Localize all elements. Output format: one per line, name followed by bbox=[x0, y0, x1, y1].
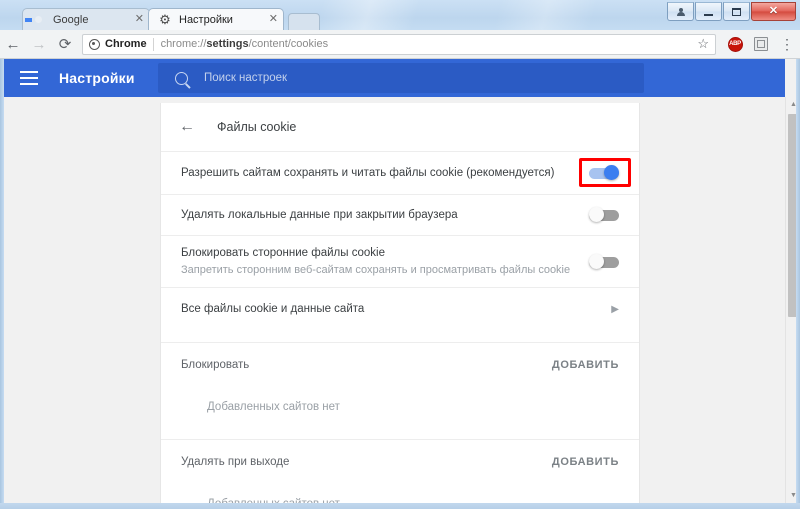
url-strong: settings bbox=[206, 38, 249, 50]
hamburger-icon[interactable] bbox=[20, 71, 40, 85]
setting-primary-label: Блокировать сторонние файлы cookie bbox=[181, 246, 385, 259]
address-bar[interactable]: Chrome chrome://settings/content/cookies… bbox=[82, 33, 716, 55]
section-title: Удалять при выходе bbox=[181, 455, 290, 468]
toggle-clear-on-exit[interactable] bbox=[589, 207, 619, 222]
setting-primary-label: Разрешить сайтам сохранять и читать файл… bbox=[181, 166, 555, 179]
settings-content-card: ← Файлы cookie Разрешить сайтам сохранят… bbox=[160, 103, 640, 503]
maximize-button[interactable] bbox=[723, 2, 750, 21]
tab-title: Настройки bbox=[179, 13, 233, 26]
scheme-label: Chrome bbox=[105, 38, 147, 50]
browser-toolbar: ← → ⟳ Chrome chrome://settings/content/c… bbox=[0, 30, 800, 59]
maximize-icon bbox=[732, 7, 741, 16]
url-prefix: chrome:// bbox=[160, 38, 207, 50]
user-switcher-button[interactable] bbox=[667, 2, 694, 21]
url-suffix: /content/cookies bbox=[248, 38, 329, 50]
setting-labels: Разрешить сайтам сохранять и читать файл… bbox=[181, 166, 589, 181]
setting-row-allow-cookies[interactable]: Разрешить сайтам сохранять и читать файл… bbox=[161, 151, 639, 194]
empty-state-clear-on-exit: Добавленных сайтов нет bbox=[161, 483, 639, 504]
tab-close-icon[interactable]: ✕ bbox=[257, 14, 278, 25]
adblock-plus-icon[interactable]: ABP bbox=[722, 31, 748, 57]
window-left-edge bbox=[0, 59, 4, 509]
settings-header: Настройки bbox=[0, 59, 785, 97]
back-arrow-icon: ← bbox=[5, 35, 21, 53]
reload-button[interactable]: ⟳ bbox=[52, 31, 78, 57]
toggle-block-third-party[interactable] bbox=[589, 253, 619, 269]
setting-labels: Блокировать сторонние файлы cookie Запре… bbox=[181, 246, 589, 278]
tab-close-icon[interactable]: ✕ bbox=[123, 14, 144, 25]
minimize-icon bbox=[704, 13, 713, 16]
window-right-edge bbox=[796, 59, 800, 509]
person-icon bbox=[676, 7, 685, 16]
close-button[interactable]: ✕ bbox=[751, 2, 796, 21]
page-viewport: Настройки ← Файлы cookie Разрешить сайта… bbox=[0, 59, 800, 503]
omnibox-divider bbox=[152, 37, 154, 51]
subpage-title: Файлы cookie bbox=[217, 120, 297, 134]
setting-row-clear-on-exit[interactable]: Удалять локальные данные при закрытии бр… bbox=[161, 194, 639, 235]
setting-row-all-cookies[interactable]: Все файлы cookie и данные сайта ▶ bbox=[161, 287, 639, 330]
tab-google[interactable]: Google ✕ bbox=[22, 8, 150, 31]
forward-button[interactable]: → bbox=[26, 31, 52, 57]
search-input[interactable] bbox=[204, 72, 604, 84]
forward-arrow-icon: → bbox=[31, 35, 47, 53]
page-title: Настройки bbox=[59, 70, 135, 86]
setting-secondary-label: Запретить сторонним веб-сайтам сохранять… bbox=[181, 263, 571, 276]
section-title: Блокировать bbox=[181, 358, 250, 371]
setting-row-block-third-party[interactable]: Блокировать сторонние файлы cookie Запре… bbox=[161, 235, 639, 287]
reload-icon: ⟳ bbox=[58, 36, 72, 53]
minimize-button[interactable] bbox=[695, 2, 722, 21]
search-icon bbox=[175, 71, 188, 85]
google-g-icon bbox=[32, 13, 46, 27]
kebab-menu-icon: ⋮ bbox=[780, 36, 794, 52]
setting-primary-label: Удалять локальные данные при закрытии бр… bbox=[181, 208, 458, 221]
bookmark-star-icon[interactable]: ☆ bbox=[689, 36, 709, 52]
extension-icon[interactable] bbox=[748, 31, 774, 57]
tab-settings[interactable]: ⚙ Настройки ✕ bbox=[148, 8, 284, 31]
subpage-header: ← Файлы cookie bbox=[161, 103, 639, 151]
window-controls: ✕ bbox=[667, 2, 796, 21]
window-bottom-edge bbox=[0, 503, 800, 509]
annotation-highlight-box bbox=[579, 158, 631, 187]
empty-state-block: Добавленных сайтов нет bbox=[207, 400, 340, 413]
gear-icon: ⚙ bbox=[159, 11, 171, 27]
chrome-info-icon bbox=[89, 38, 100, 50]
tab-title: Google bbox=[53, 13, 89, 26]
setting-labels: Все файлы cookie и данные сайта bbox=[181, 302, 611, 317]
section-header-block: Блокировать ДОБАВИТЬ bbox=[161, 342, 639, 386]
add-button-clear-on-exit[interactable]: ДОБАВИТЬ bbox=[552, 456, 619, 468]
add-button-block[interactable]: ДОБАВИТЬ bbox=[552, 359, 619, 371]
setting-labels: Удалять локальные данные при закрытии бр… bbox=[181, 208, 589, 223]
setting-primary-label: Все файлы cookie и данные сайта bbox=[181, 302, 365, 315]
close-icon: ✕ bbox=[768, 5, 779, 17]
search-settings-box[interactable] bbox=[158, 63, 644, 93]
new-tab-button[interactable] bbox=[288, 13, 320, 31]
back-arrow-icon[interactable]: ← bbox=[179, 119, 195, 135]
browser-window: ✕ Google ✕ ⚙ Настройки ✕ ← → ⟳ Chrome ch… bbox=[0, 0, 800, 509]
chrome-menu-button[interactable]: ⋮ bbox=[774, 31, 800, 57]
chevron-right-icon: ▶ bbox=[611, 303, 619, 315]
section-header-clear-on-exit: Удалять при выходе ДОБАВИТЬ bbox=[161, 439, 639, 483]
back-button[interactable]: ← bbox=[0, 31, 26, 57]
